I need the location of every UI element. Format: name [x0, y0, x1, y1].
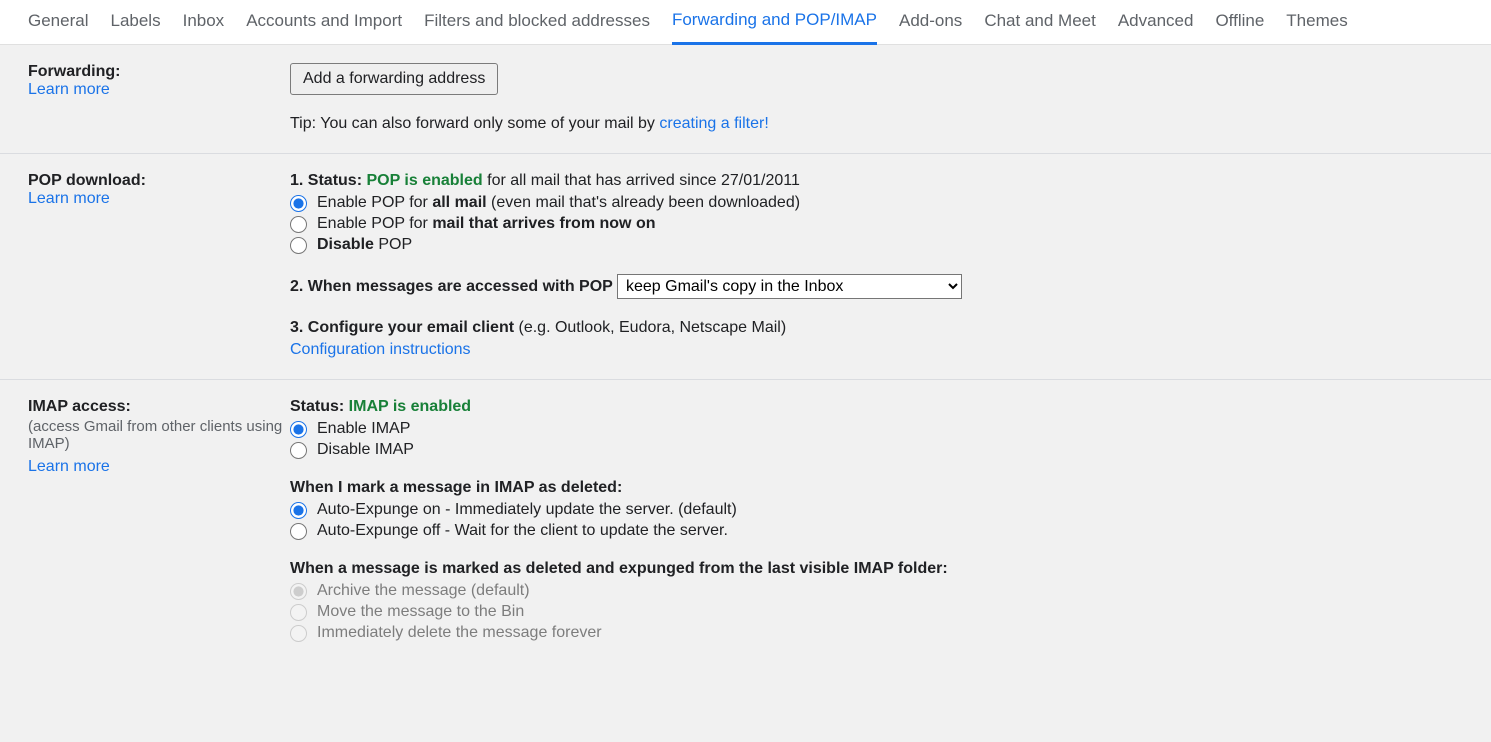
imap-radio-disable[interactable] — [290, 442, 307, 459]
imap-radio-expunged-archive[interactable] — [290, 583, 307, 600]
imap-expunged-delete[interactable]: Immediately delete the message forever — [290, 624, 1463, 642]
imap-radio-enable[interactable] — [290, 421, 307, 438]
tab-forwarding[interactable]: Forwarding and POP/IMAP — [672, 10, 877, 45]
pop-configure-label: 3. Configure your email client — [290, 319, 514, 336]
tab-themes[interactable]: Themes — [1286, 11, 1347, 43]
forwarding-create-filter-link[interactable]: creating a filter! — [659, 115, 768, 132]
imap-radio-expunge-off[interactable] — [290, 523, 307, 540]
pop-config-instructions-link[interactable]: Configuration instructions — [290, 341, 471, 358]
forwarding-heading: Forwarding: — [28, 63, 120, 80]
imap-learn-more-link[interactable]: Learn more — [28, 458, 110, 476]
tab-filters[interactable]: Filters and blocked addresses — [424, 11, 650, 43]
section-imap: IMAP access: (access Gmail from other cl… — [0, 380, 1491, 661]
forwarding-tip-text: Tip: You can also forward only some of y… — [290, 115, 659, 132]
section-forwarding: Forwarding: Learn more Add a forwarding … — [0, 45, 1491, 154]
pop-status-value: POP is enabled — [366, 172, 482, 189]
pop-configure-suffix: (e.g. Outlook, Eudora, Netscape Mail) — [519, 319, 787, 336]
section-pop: POP download: Learn more 1. Status: POP … — [0, 154, 1491, 380]
imap-expunged-bin[interactable]: Move the message to the Bin — [290, 603, 1463, 621]
forwarding-learn-more-link[interactable]: Learn more — [28, 81, 110, 98]
tab-advanced[interactable]: Advanced — [1118, 11, 1194, 43]
pop-radio-now-on[interactable] — [290, 216, 307, 233]
settings-tabs: General Labels Inbox Accounts and Import… — [0, 0, 1491, 45]
pop-option-all-mail[interactable]: Enable POP for all mail (even mail that'… — [290, 194, 1463, 212]
imap-status-label: Status: — [290, 398, 349, 415]
pop-radio-disable[interactable] — [290, 237, 307, 254]
imap-subtext: (access Gmail from other clients using I… — [28, 416, 290, 452]
imap-heading: IMAP access: — [28, 398, 131, 415]
add-forwarding-address-button[interactable]: Add a forwarding address — [290, 63, 498, 95]
tab-addons[interactable]: Add-ons — [899, 11, 962, 43]
imap-status-value: IMAP is enabled — [349, 398, 471, 415]
imap-option-enable[interactable]: Enable IMAP — [290, 420, 1463, 438]
imap-expunged-archive[interactable]: Archive the message (default) — [290, 582, 1463, 600]
pop-learn-more-link[interactable]: Learn more — [28, 190, 110, 207]
imap-expunge-off[interactable]: Auto-Expunge off - Wait for the client t… — [290, 522, 1463, 540]
pop-status-since: for all mail that has arrived since 27/0… — [487, 172, 800, 189]
pop-status-label: 1. Status: — [290, 172, 366, 189]
imap-expunge-on[interactable]: Auto-Expunge on - Immediately update the… — [290, 501, 1463, 519]
tab-general[interactable]: General — [28, 11, 88, 43]
pop-option-disable[interactable]: Disable POP — [290, 236, 1463, 254]
imap-marked-deleted-heading: When I mark a message in IMAP as deleted… — [290, 479, 622, 496]
imap-radio-expunged-bin[interactable] — [290, 604, 307, 621]
tab-inbox[interactable]: Inbox — [183, 11, 225, 43]
tab-accounts[interactable]: Accounts and Import — [246, 11, 402, 43]
tab-labels[interactable]: Labels — [110, 11, 160, 43]
pop-action-select[interactable]: keep Gmail's copy in the Inbox — [617, 274, 962, 299]
imap-expunged-heading: When a message is marked as deleted and … — [290, 560, 948, 577]
pop-option-now-on[interactable]: Enable POP for mail that arrives from no… — [290, 215, 1463, 233]
imap-option-disable[interactable]: Disable IMAP — [290, 441, 1463, 459]
pop-radio-all-mail[interactable] — [290, 195, 307, 212]
pop-when-accessed-label: 2. When messages are accessed with POP — [290, 278, 617, 295]
tab-offline[interactable]: Offline — [1215, 11, 1264, 43]
tab-chat[interactable]: Chat and Meet — [984, 11, 1096, 43]
imap-radio-expunge-on[interactable] — [290, 502, 307, 519]
pop-heading: POP download: — [28, 172, 146, 189]
imap-radio-expunged-delete[interactable] — [290, 625, 307, 642]
